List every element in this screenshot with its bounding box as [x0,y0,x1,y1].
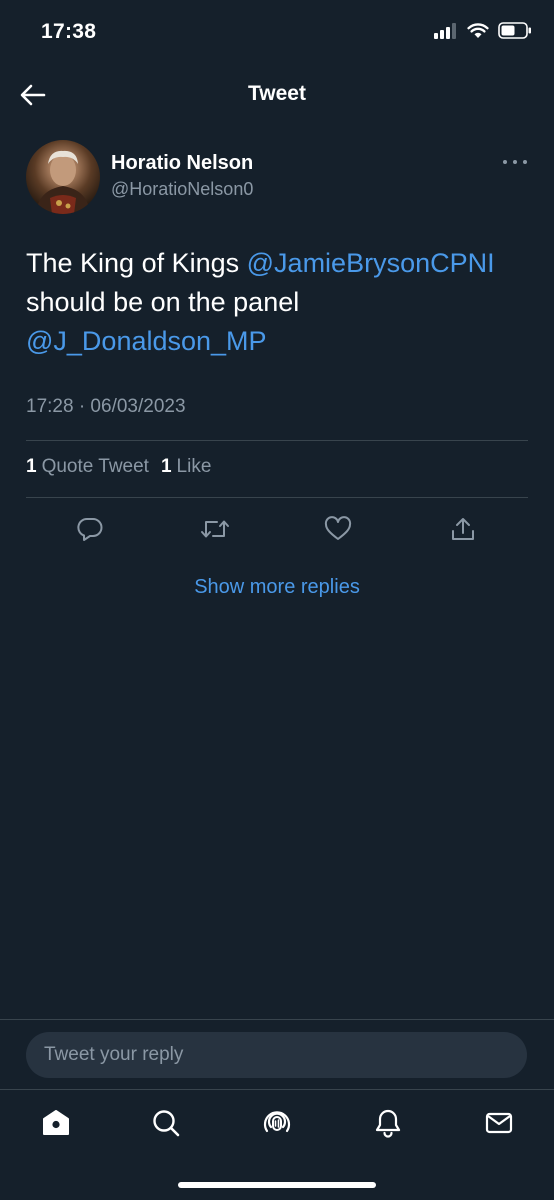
like-button[interactable] [321,512,355,546]
status-time: 17:38 [41,20,97,43]
show-more-replies-link[interactable]: Show more replies [0,576,554,599]
tweet-text: The King of Kings @JamieBrysonCPNI should… [26,244,536,361]
page-title: Tweet [248,82,306,105]
messages-icon [485,1112,513,1134]
like-stat[interactable]: 1 Like [161,456,211,478]
tab-messages[interactable] [481,1105,517,1141]
cellular-signal-icon [434,22,456,39]
tweet-detail-screen: 17:38 Tweet Horatio Nelson @HoratioNelso… [0,0,554,1200]
battery-icon [498,22,531,39]
portrait-avatar [36,150,90,214]
mention-link[interactable]: @JamieBrysonCPNI [247,248,495,278]
retweet-icon [201,520,229,538]
search-icon [153,1110,180,1137]
tab-notifications[interactable] [370,1105,406,1141]
author-name[interactable]: Horatio Nelson [111,152,253,175]
tab-spaces[interactable] [259,1105,295,1141]
mention-link[interactable]: @J_Donaldson_MP [26,326,267,356]
tab-search[interactable] [148,1105,184,1141]
home-icon [43,1110,69,1135]
more-options-button[interactable] [503,155,527,169]
more-dot [513,160,517,164]
tab-home[interactable] [38,1105,74,1141]
more-dot [503,160,507,164]
tweet-text-part: should be on the panel [26,287,300,317]
reply-input[interactable] [26,1032,527,1078]
retweet-button[interactable] [198,512,232,546]
share-button[interactable] [446,512,480,546]
status-bar: 17:38 [0,0,554,66]
tweet-text-part: The King of Kings [26,248,247,278]
nav-header: Tweet [0,66,554,124]
reply-button[interactable] [73,512,107,546]
tweet-timestamp: 17:28 · 06/03/2023 [26,396,186,417]
wifi-icon [467,22,489,38]
avatar[interactable] [26,140,100,214]
status-icons [434,22,532,39]
divider [26,497,528,498]
more-dot [523,160,527,164]
like-icon [324,516,352,540]
tweet-stats: 1 Quote Tweet 1 Like [26,456,211,478]
quote-count: 1 [26,456,37,477]
home-indicator [178,1182,376,1188]
tweet-actions [0,512,554,546]
like-count: 1 [160,456,172,477]
notifications-icon [375,1109,401,1138]
share-icon [452,518,474,540]
spaces-icon [263,1111,291,1133]
reply-bar [0,1019,554,1089]
author-handle[interactable]: @HoratioNelson0 [111,179,253,200]
divider [26,440,528,441]
quote-label: Quote Tweet [41,456,149,477]
reply-icon [77,517,103,541]
like-label: Like [176,456,212,477]
quote-tweet-stat[interactable]: 1 Quote Tweet [26,456,149,478]
